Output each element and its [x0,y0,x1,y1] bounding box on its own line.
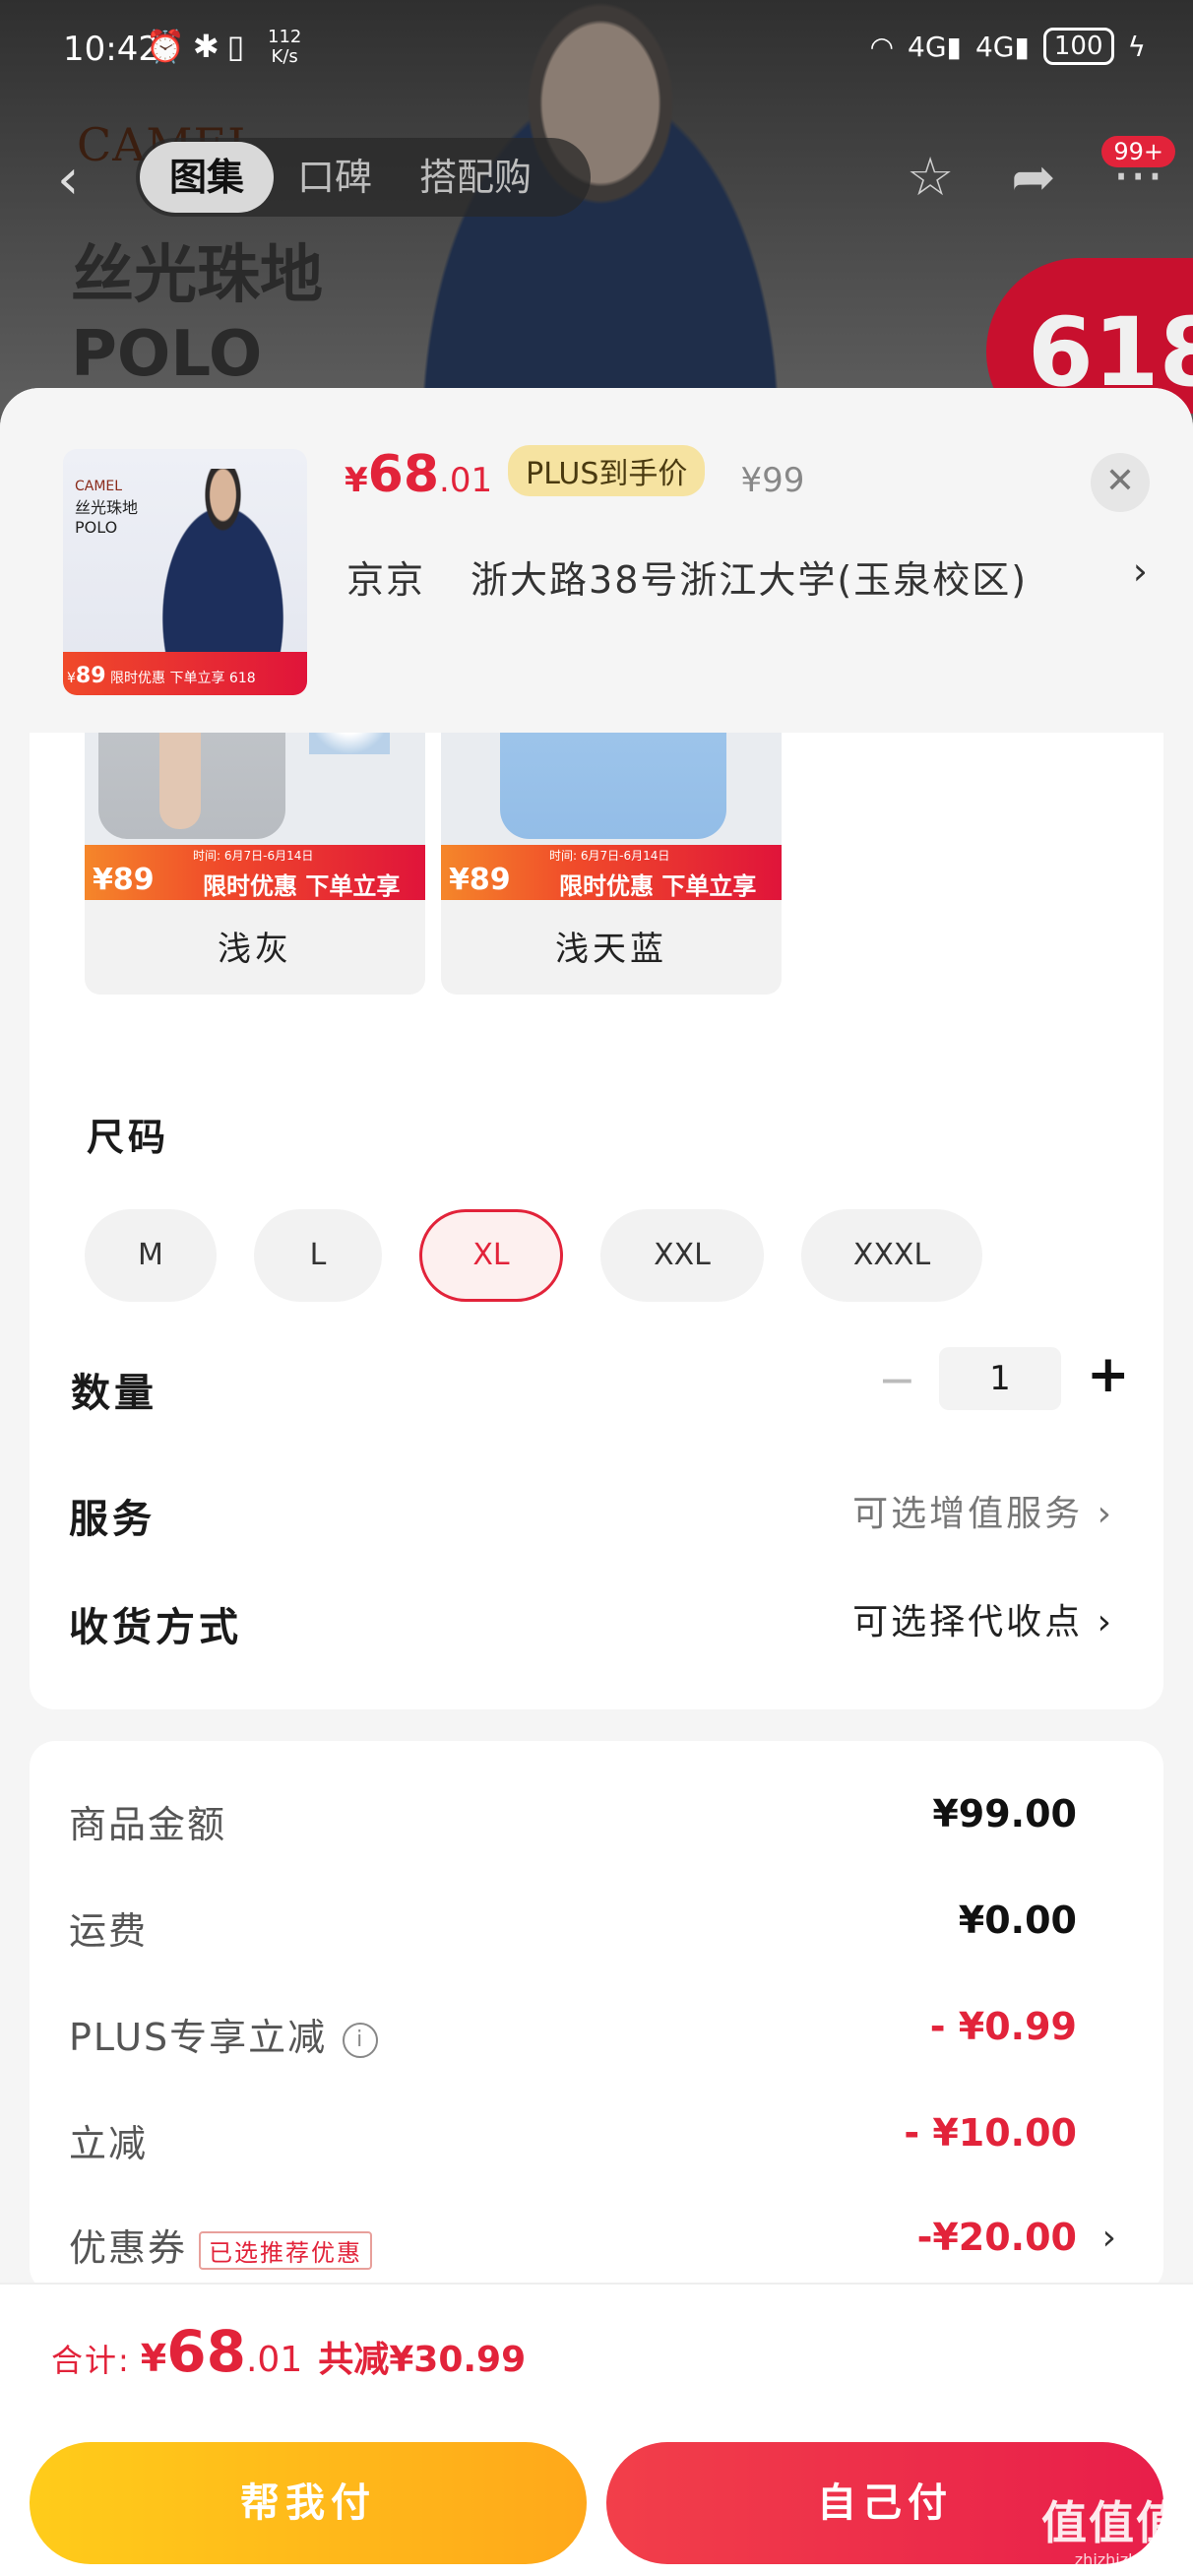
help-me-pay-button[interactable]: 帮我付 [30,2442,587,2564]
plus-price-tag: PLUS到手价 [508,445,706,496]
original-price: ¥99 [740,461,805,500]
quantity-minus-button[interactable]: − [878,1353,916,1406]
quantity-input[interactable]: 1 [939,1347,1061,1410]
coupon-value[interactable]: -¥20.00 [917,2216,1077,2259]
total-price: ¥68.01 [140,2318,303,2385]
shipping-label: 运费 [69,1909,149,1953]
product-summary: CAMEL 丝光珠地 POLO ¥89 限时优惠 下单立享 618 ¥68.01… [0,388,1193,733]
chevron-right-icon: › [1097,1494,1114,1534]
color-name: 浅天蓝 [555,930,667,969]
thumb-yen: ¥ [67,671,76,686]
service-label: 服务 [69,1497,156,1542]
promo-text: 限时优惠 下单立享 [203,872,401,900]
status-bar: 10:42 ⏰✱▯ 112 K/s ◠ 4G▮ 4G▮ 100 ϟ [0,0,1193,98]
delivery-value: 可选择代收点 [852,1602,1084,1642]
signal-1: 4G▮ [908,30,962,63]
total-label: 合计: [51,2342,131,2379]
promo-date: 时间: 6月7日-6月14日 [549,849,670,863]
plus-discount-value: - ¥0.99 [929,2005,1077,2048]
delivery-address[interactable]: 京京 浙大路38号浙江大学(玉泉校区) [346,549,1028,604]
size-option-xxl[interactable]: XXL [600,1209,764,1302]
goods-amount-value: ¥99.00 [932,1792,1077,1835]
thumbnail-brand: CAMEL [75,479,123,494]
plus-discount-label: PLUS专享立减 i [69,2007,379,2061]
thumbnail-name2: POLO [75,518,118,537]
close-button[interactable]: ✕ [1091,453,1150,512]
coupon-label[interactable]: 优惠券 已选推荐优惠 [69,2218,373,2272]
promo-text: 限时优惠 下单立享 [559,872,757,900]
info-icon[interactable]: i [343,2022,379,2058]
price-row: ¥68.01 PLUS到手价 ¥99 [345,445,804,504]
tab-outfits[interactable]: 搭配购 [396,142,555,213]
plus-discount-text: PLUS专享立减 [69,2016,328,2059]
size-options: M L XL XXL XXXL [85,1209,982,1302]
network-speed: 112 K/s [268,28,301,67]
title-line1: 丝光珠地 [71,239,323,312]
star-icon[interactable]: ☆ [907,146,954,208]
address-detail: 浙大路38号浙江大学(玉泉校区) [471,558,1029,602]
delivery-label: 收货方式 [69,1605,242,1650]
coupon-text: 优惠券 [69,2226,188,2270]
thumb-price: 89 [75,664,106,688]
thumbnail-promo-band: ¥89 限时优惠 下单立享 618 [63,652,307,695]
message-badge: 99+ [1101,136,1175,167]
delivery-selector[interactable]: 可选择代收点 › [852,1593,1114,1644]
price-breakdown-card: 商品金额 ¥99.00 运费 ¥0.00 PLUS专享立减 i - ¥0.99 立… [30,1741,1163,2292]
size-option-m[interactable]: M [85,1209,217,1302]
quantity-label: 数量 [71,1371,157,1416]
service-value: 可选增值服务 [852,1494,1084,1534]
promo-band: 时间: 6月7日-6月14日 ¥89 限时优惠 下单立享 [441,845,782,900]
charging-icon: ϟ [1127,30,1146,63]
service-selector[interactable]: 可选增值服务 › [852,1485,1114,1536]
size-option-xl[interactable]: XL [419,1209,563,1302]
goods-amount-label: 商品金额 [69,1803,227,1846]
instant-discount-label: 立减 [69,2122,149,2165]
share-icon[interactable]: ➦ [1011,146,1055,208]
battery-icon: 100 [1042,28,1114,65]
total-saved: 共减¥30.99 [318,2340,527,2380]
size-title: 尺码 [87,1116,170,1159]
promo-band: 时间: 6月7日-6月14日 ¥89 限时优惠 下单立享 [85,845,425,900]
status-right: ◠ 4G▮ 4G▮ 100 ϟ [870,28,1146,65]
background-title: 丝光珠地 POLO [71,236,323,394]
signal-2: 4G▮ [974,30,1030,63]
options-card: 时间: 6月7日-6月14日 ¥89 限时优惠 下单立享 浅灰 合体 时间: 6… [30,634,1163,1709]
thumbnail-text: 丝光珠地 POLO [75,498,138,538]
speed-unit: K/s [271,46,298,67]
alarm-bluetooth-vibrate-icons: ⏰✱▯ [146,28,253,65]
shipping-value: ¥0.00 [958,1899,1077,1942]
instant-discount-value: - ¥10.00 [904,2111,1077,2155]
size-option-l[interactable]: L [254,1209,382,1302]
watermark-url: zhizhizhi.com [1074,2550,1181,2569]
thumbnail-name1: 丝光珠地 [75,498,139,517]
title-line2: POLO [71,318,263,391]
thumbnail-model [142,469,289,656]
watermark: 值值值 [1041,2496,1183,2549]
gallery-tabs: 图集 口碑 搭配购 [136,138,591,217]
tab-reviews[interactable]: 口碑 [274,142,396,213]
sku-selector-sheet: 时间: 6月7日-6月14日 ¥89 限时优惠 下单立享 浅灰 合体 时间: 6… [0,388,1193,2576]
thumb-band-text: 限时优惠 下单立享 [110,671,225,686]
chevron-right-icon: › [1097,1602,1114,1642]
product-thumbnail: CAMEL 丝光珠地 POLO ¥89 限时优惠 下单立享 618 [63,449,307,695]
quantity-plus-button[interactable]: + [1087,1345,1130,1404]
current-price: ¥68.01 [345,445,493,504]
speed-value: 112 [268,27,302,47]
chevron-right-icon[interactable]: › [1102,2218,1116,2258]
tab-gallery[interactable]: 图集 [140,142,275,213]
order-total: 合计: ¥68.01 共减¥30.99 [51,2318,526,2385]
wifi-icon: ◠ [869,30,894,63]
size-option-xxxl[interactable]: XXXL [801,1209,982,1302]
checkout-footer: 合计: ¥68.01 共减¥30.99 帮我付 自己付 [0,2283,1193,2576]
address-city: 京京 [346,558,426,602]
thumb-618: 618 [228,671,256,686]
back-icon[interactable]: ‹ [57,148,79,212]
color-name: 浅灰 [218,930,292,969]
chevron-right-icon[interactable]: › [1133,549,1148,593]
promo-price: ¥89 [449,863,511,897]
coupon-tag: 已选推荐优惠 [199,2231,373,2270]
promo-price: ¥89 [93,863,155,897]
promo-date: 时间: 6月7日-6月14日 [193,849,314,863]
